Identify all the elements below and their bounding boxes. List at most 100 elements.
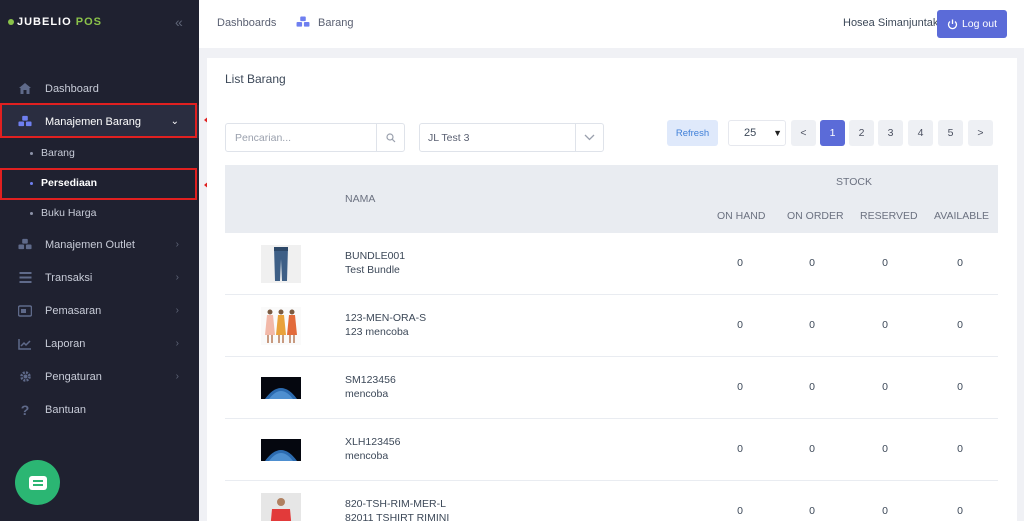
reserved-value: 0 (882, 319, 888, 331)
chat-support-button[interactable] (15, 460, 60, 505)
column-header-nama: NAMA (345, 193, 376, 205)
sidebar-item-label: Manajemen Outlet (45, 238, 135, 251)
sidebar-item-pemasaran[interactable]: Pemasaran › (0, 294, 199, 327)
available-value: 0 (957, 381, 963, 393)
sidebar-item-laporan[interactable]: Laporan › (0, 327, 199, 360)
brand-suffix: POS (75, 16, 102, 28)
annotation-box-1 (0, 103, 197, 138)
per-page-value: 25 (744, 127, 757, 139)
search-input[interactable] (226, 124, 376, 151)
available-value: 0 (957, 443, 963, 455)
product-name: 82011 TSHIRT RIMINI (345, 512, 450, 521)
reserved-value: 0 (882, 505, 888, 517)
column-header-on-hand: ON HAND (717, 210, 766, 222)
refresh-button[interactable]: Refresh (667, 120, 718, 146)
search-icon[interactable] (376, 124, 404, 151)
product-name: mencoba (345, 450, 389, 462)
location-select[interactable]: JL Test 3 (419, 123, 604, 152)
pagination-next[interactable]: > (968, 120, 993, 146)
sidebar-item-bantuan[interactable]: ? Bantuan (0, 393, 199, 426)
sidebar-subitem-buku-harga[interactable]: Buku Harga (0, 198, 199, 228)
on-order-value: 0 (809, 381, 815, 393)
caret-down-icon: ▼ (773, 128, 782, 138)
product-thumbnail-jeans (261, 245, 301, 283)
product-thumbnail-dresses (261, 307, 301, 345)
table-row[interactable]: SM123456 mencoba 0 0 0 0 (225, 357, 998, 419)
logout-button[interactable]: Log out (937, 10, 1007, 38)
table-row[interactable]: BUNDLE001 Test Bundle 0 0 0 0 (225, 233, 998, 295)
on-hand-value: 0 (737, 319, 743, 331)
sidebar-subitem-label: Barang (41, 147, 75, 159)
brand-name: JUBELIO (17, 16, 72, 28)
on-order-value: 0 (809, 505, 815, 517)
brand-logo[interactable]: JUBELIO POS (8, 16, 102, 28)
sidebar-item-pengaturan[interactable]: Pengaturan › (0, 360, 199, 393)
bullet-icon (30, 211, 33, 215)
available-value: 0 (957, 319, 963, 331)
store-icon (18, 238, 32, 252)
home-icon (18, 82, 32, 96)
per-page-select[interactable]: 25 ▼ (728, 120, 786, 146)
on-hand-value: 0 (737, 381, 743, 393)
product-thumbnail-earth (261, 439, 301, 461)
on-hand-value: 0 (737, 443, 743, 455)
sidebar-item-transaksi[interactable]: Transaksi › (0, 261, 199, 294)
column-header-on-order: ON ORDER (787, 210, 844, 222)
product-sku: 820-TSH-RIM-MER-L (345, 498, 446, 510)
pagination-page-5[interactable]: 5 (938, 120, 963, 146)
sidebar-item-label: Pengaturan (45, 370, 102, 383)
pagination-prev[interactable]: < (791, 120, 816, 146)
product-thumbnail-earth (261, 377, 301, 399)
available-value: 0 (957, 505, 963, 517)
product-sku: XLH123456 (345, 436, 401, 448)
column-header-stock: STOCK (836, 176, 872, 188)
table-header (225, 165, 998, 233)
breadcrumb-dashboards[interactable]: Dashboards (217, 17, 276, 29)
reserved-value: 0 (882, 443, 888, 455)
table-row[interactable]: 123-MEN-ORA-S 123 mencoba 0 0 0 0 (225, 295, 998, 357)
column-header-available: AVAILABLE (934, 210, 990, 222)
chevron-right-icon: › (175, 371, 179, 382)
on-order-value: 0 (809, 319, 815, 331)
chart-line-icon (18, 337, 32, 351)
reserved-value: 0 (882, 257, 888, 269)
breadcrumb-barang[interactable]: Barang (318, 17, 353, 29)
chevron-right-icon: › (175, 338, 179, 349)
sidebar-item-manajemen-outlet[interactable]: Manajemen Outlet › (0, 228, 199, 261)
logo-dot-icon (8, 19, 14, 25)
pagination-page-4[interactable]: 4 (908, 120, 933, 146)
product-sku: SM123456 (345, 374, 396, 386)
pagination-page-2[interactable]: 2 (849, 120, 874, 146)
search-box (225, 123, 405, 152)
user-name[interactable]: Hosea Simanjuntak (843, 17, 938, 29)
receipt-icon (18, 271, 32, 285)
table-row[interactable]: XLH123456 mencoba 0 0 0 0 (225, 419, 998, 481)
sidebar-item-label: Transaksi (45, 271, 93, 284)
bullet-icon (30, 151, 33, 155)
pagination-page-1[interactable]: 1 (820, 120, 845, 146)
table-row[interactable]: 820-TSH-RIM-MER-L 82011 TSHIRT RIMINI 0 … (225, 481, 998, 521)
power-icon (947, 19, 958, 29)
product-sku: 123-MEN-ORA-S (345, 312, 427, 324)
chevron-right-icon: › (175, 305, 179, 316)
product-name: mencoba (345, 388, 389, 400)
megaphone-icon (18, 304, 32, 318)
chevron-right-icon: › (175, 272, 179, 283)
chevron-right-icon: › (175, 239, 179, 250)
column-header-reserved: RESERVED (860, 210, 918, 222)
product-name: Test Bundle (345, 264, 400, 276)
on-hand-value: 0 (737, 257, 743, 269)
product-sku: BUNDLE001 (345, 250, 406, 262)
collapse-sidebar-icon[interactable]: « (175, 14, 183, 30)
sidebar-subitem-barang[interactable]: Barang (0, 138, 199, 168)
sidebar-item-dashboard[interactable]: Dashboard (0, 72, 199, 105)
pagination-page-3[interactable]: 3 (878, 120, 903, 146)
sidebar-subitem-label: Buku Harga (41, 207, 97, 219)
gear-icon (18, 370, 32, 384)
available-value: 0 (957, 257, 963, 269)
chevron-down-icon (575, 124, 603, 151)
breadcrumb-cubes-icon (296, 16, 310, 31)
logout-label: Log out (961, 18, 998, 30)
on-order-value: 0 (809, 443, 815, 455)
sidebar-item-label: Bantuan (45, 403, 86, 416)
